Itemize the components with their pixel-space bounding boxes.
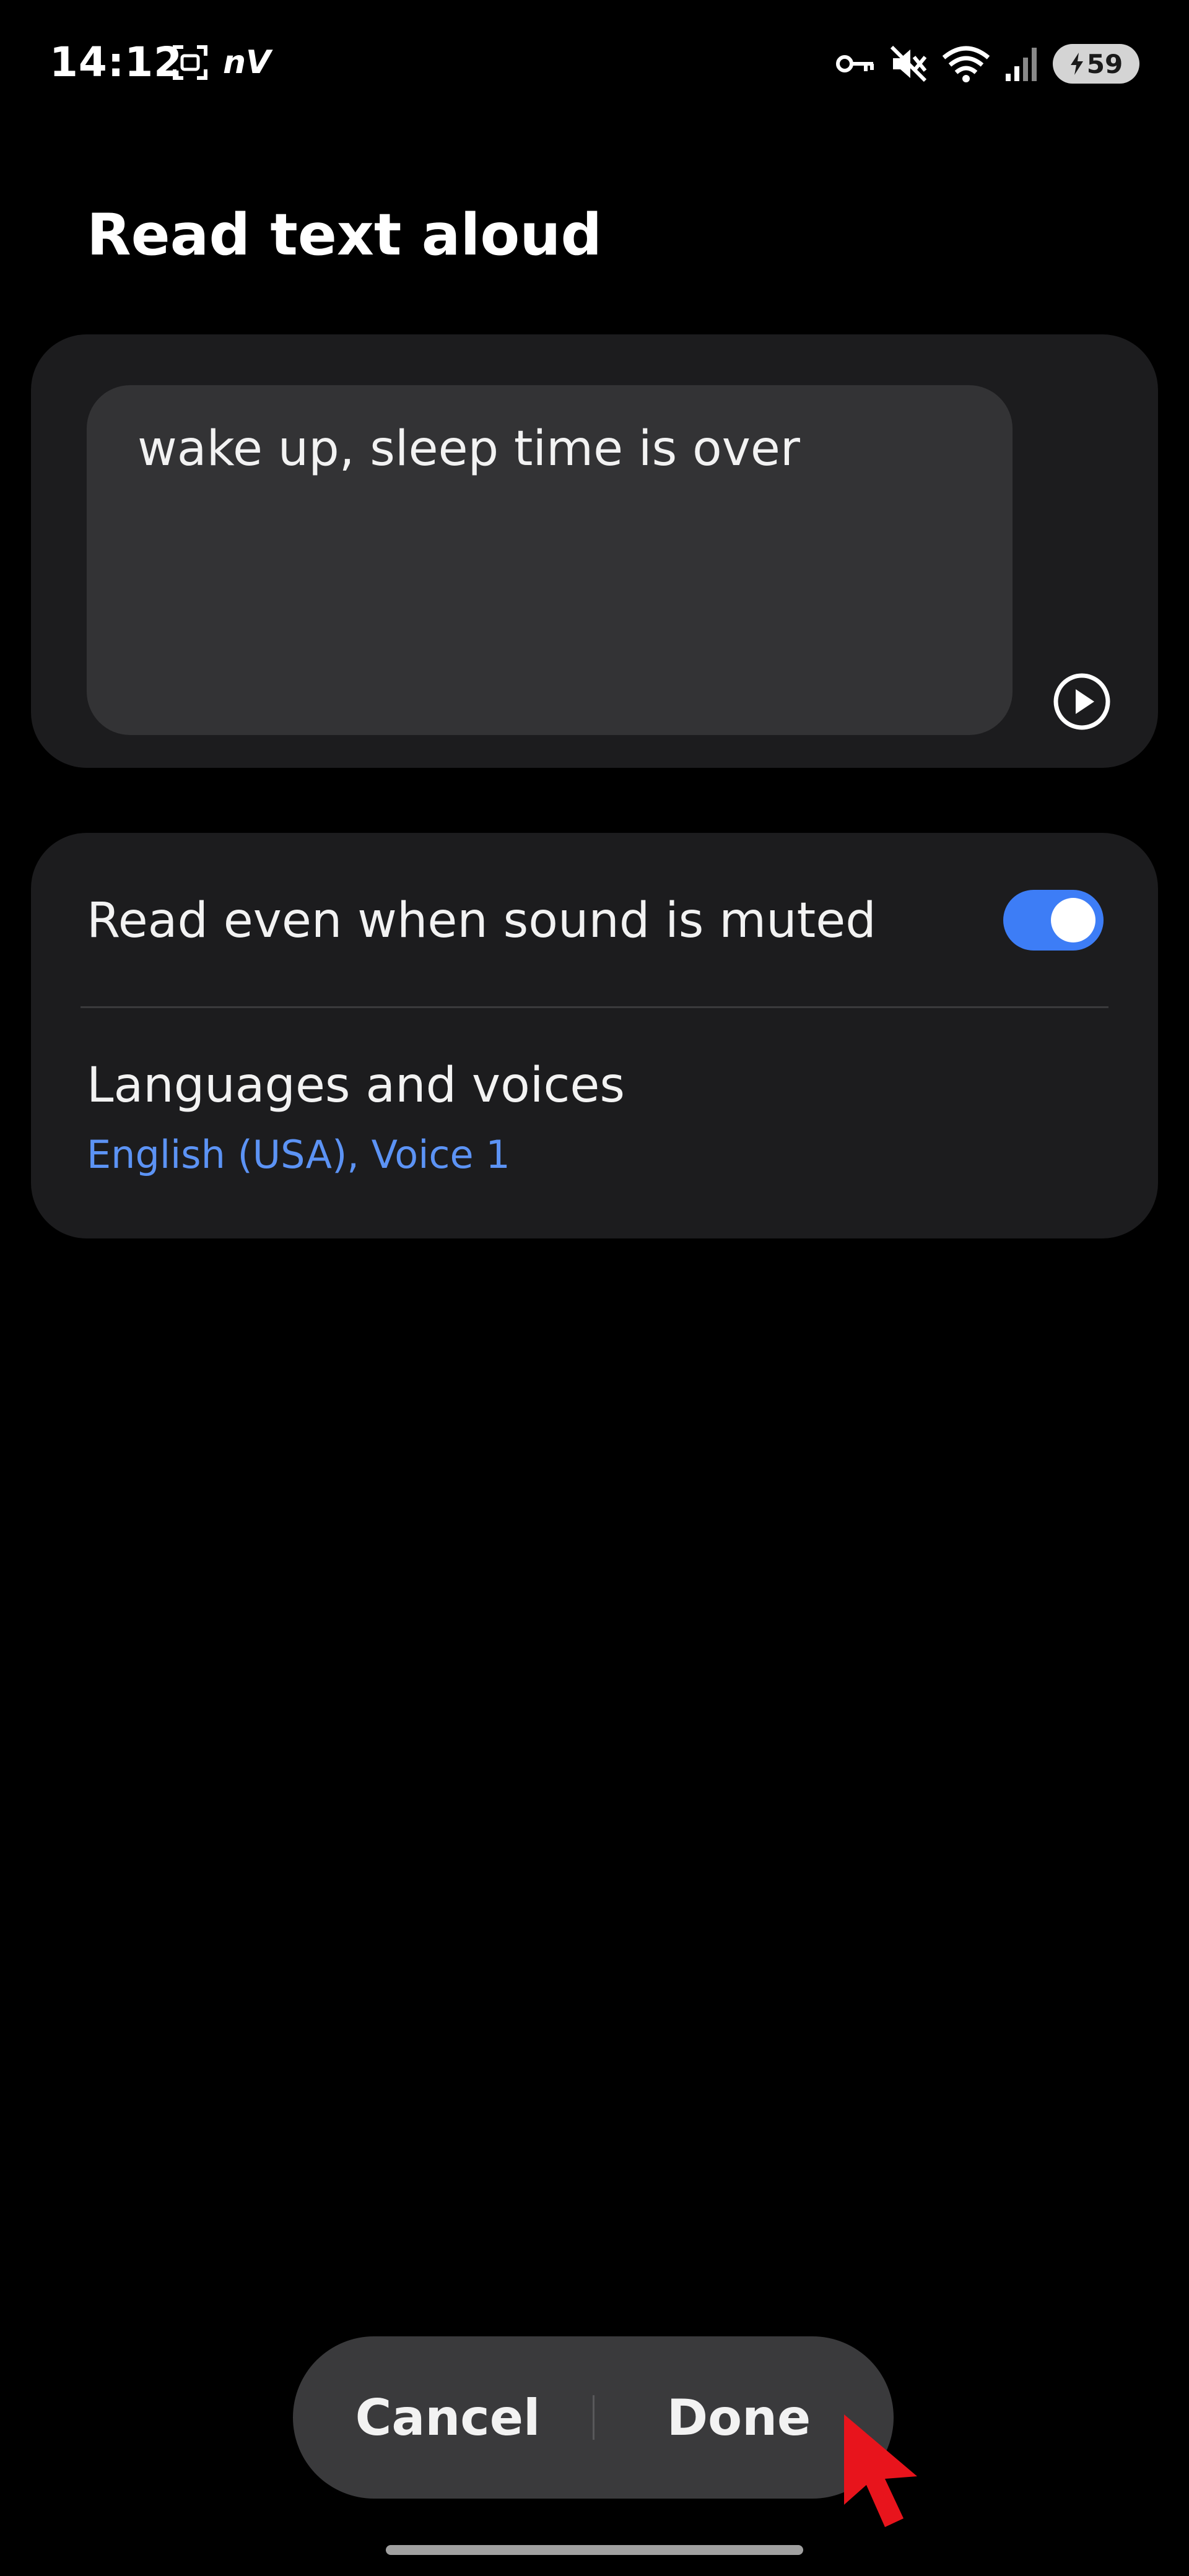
read-when-muted-label: Read even when sound is muted xyxy=(87,893,876,949)
toggle-knob xyxy=(1051,898,1095,942)
status-left-icons: nV xyxy=(171,41,271,84)
screenshot-icon xyxy=(171,43,209,82)
done-button[interactable]: Done xyxy=(609,2336,869,2499)
battery-charging-icon: 59 xyxy=(1053,44,1139,84)
key-icon xyxy=(835,51,876,76)
tts-text-input[interactable]: wake up, sleep time is over xyxy=(87,385,1013,735)
play-preview-button[interactable] xyxy=(1051,671,1113,733)
signal-icon xyxy=(1004,45,1039,82)
read-when-muted-row[interactable]: Read even when sound is muted xyxy=(31,833,1158,1006)
bottom-action-bar: Cancel Done xyxy=(293,2336,894,2499)
status-bar: 14:12 nV 59 xyxy=(0,0,1189,130)
languages-title: Languages and voices xyxy=(87,1058,625,1113)
home-indicator[interactable] xyxy=(386,2545,803,2555)
languages-and-voices-row[interactable]: Languages and voices English (USA), Voic… xyxy=(31,1008,1158,1238)
settings-card: Read even when sound is muted Languages … xyxy=(31,833,1158,1238)
battery-level: 59 xyxy=(1086,48,1123,79)
cancel-button[interactable]: Cancel xyxy=(318,2336,578,2499)
wifi-icon xyxy=(941,44,991,84)
status-right-icons: 59 xyxy=(835,41,1139,87)
pointer-cursor-icon xyxy=(839,2412,951,2536)
carrier-label: nV xyxy=(223,44,271,81)
status-time: 14:12 xyxy=(50,38,183,86)
action-divider xyxy=(593,2395,594,2440)
read-when-muted-toggle[interactable] xyxy=(1003,890,1104,951)
text-card: wake up, sleep time is over xyxy=(31,334,1158,768)
play-circle-icon xyxy=(1053,673,1110,730)
mute-icon xyxy=(889,45,928,83)
page-title: Read text aloud xyxy=(87,201,603,268)
languages-summary: English (USA), Voice 1 xyxy=(87,1132,510,1177)
